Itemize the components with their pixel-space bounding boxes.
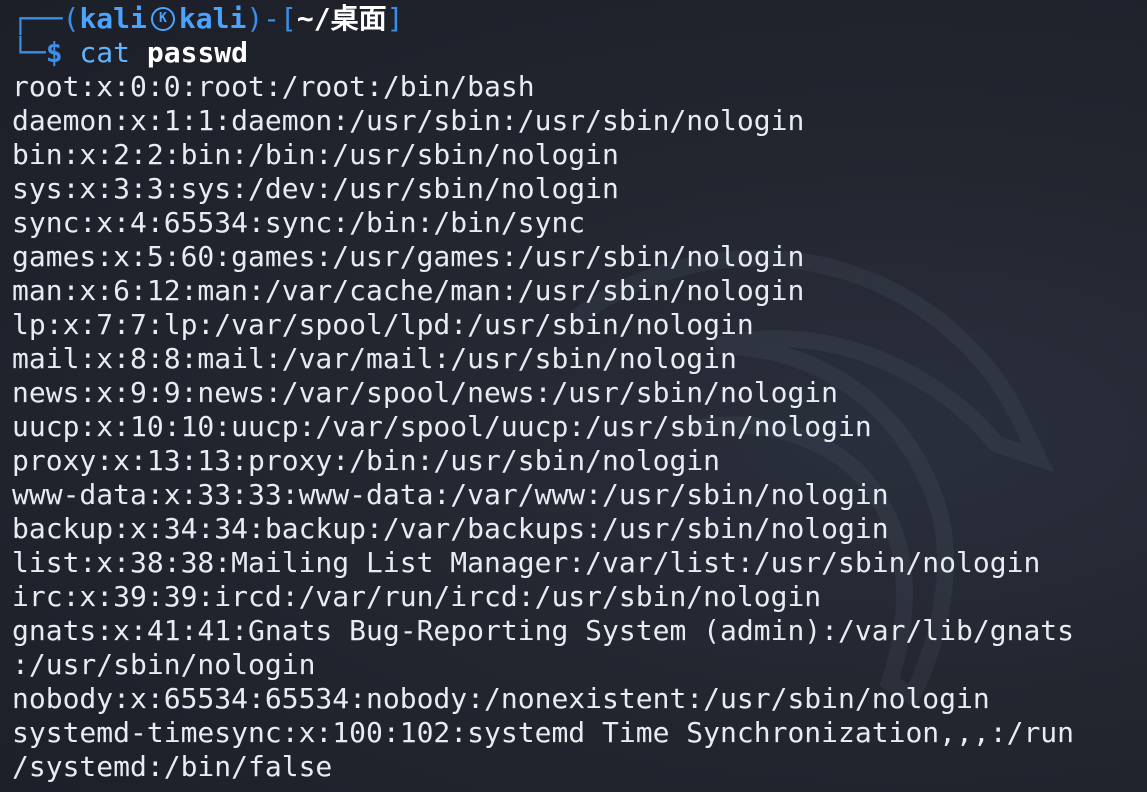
output-line: backup:x:34:34:backup:/var/backups:/usr/… [12,512,889,545]
output-line: list:x:38:38:Mailing List Manager:/var/l… [12,546,1041,579]
output-line: daemon:x:1:1:daemon:/usr/sbin:/usr/sbin/… [12,104,805,137]
output-line: bin:x:2:2:bin:/bin:/usr/sbin/nologin [12,138,619,171]
kali-logo-icon [150,7,175,31]
output-line: man:x:6:12:man:/var/cache/man:/usr/sbin/… [12,274,805,307]
prompt-directory: ~/桌面 [296,2,387,35]
command-argument: passwd [146,36,249,69]
output-line: gnats:x:41:41:Gnats Bug-Reporting System… [12,614,1075,647]
terminal-window[interactable]: ┌──(kalikali)-[~/桌面] └─$ cat passwd root… [0,0,1147,792]
terminal-screen: ┌──(kalikali)-[~/桌面] └─$ cat passwd root… [12,2,1147,784]
prompt-user: kali [79,2,147,35]
prompt-bracket: )-[ [246,2,297,35]
output-line: root:x:0:0:root:/root:/bin/bash [12,70,535,103]
output-line: nobody:x:65534:65534:nobody:/nonexistent… [12,682,990,715]
output-line: sync:x:4:65534:sync:/bin:/bin/sync [12,206,586,239]
output-line: mail:x:8:8:mail:/var/mail:/usr/sbin/nolo… [12,342,737,375]
prompt-corner-bottom: └─ [12,36,46,69]
output-line: lp:x:7:7:lp:/var/spool/lpd:/usr/sbin/nol… [12,308,754,341]
output-line: games:x:5:60:games:/usr/games:/usr/sbin/… [12,240,805,273]
prompt-line-top: ┌──(kalikali)-[~/桌面] [12,2,1147,36]
output-line: uucp:x:10:10:uucp:/var/spool/uucp:/usr/s… [12,410,872,443]
output-line: news:x:9:9:news:/var/spool/news:/usr/sbi… [12,376,839,409]
prompt-bracket-end: ] [386,2,404,35]
command-line: └─$ cat passwd [12,36,1147,70]
output-line: irc:x:39:39:ircd:/var/run/ircd:/usr/sbin… [12,580,822,613]
prompt-dollar: $ [45,36,63,69]
output-line: www-data:x:33:33:www-data:/var/www:/usr/… [12,478,889,511]
output-line: :/usr/sbin/nologin [12,648,316,681]
prompt-host: kali [178,2,247,35]
output-line: systemd-timesync:x:100:102:systemd Time … [12,716,1075,749]
command-name: cat [79,36,131,69]
prompt-corner-top: ┌──( [12,2,80,35]
output-line: proxy:x:13:13:proxy:/bin:/usr/sbin/nolog… [12,444,721,477]
output-line: sys:x:3:3:sys:/dev:/usr/sbin/nologin [12,172,619,205]
output-line: /systemd:/bin/false [12,750,333,783]
